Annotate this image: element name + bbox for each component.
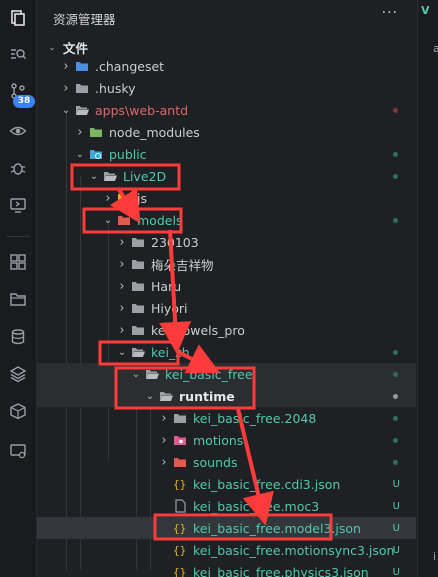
annotation-box-models bbox=[82, 207, 183, 234]
annotation-box-live2d bbox=[70, 163, 181, 191]
annotation-box-model3-json bbox=[153, 513, 333, 541]
annotation-overlay bbox=[70, 163, 333, 541]
annotation-arrow bbox=[109, 186, 141, 224]
annotation-arrow bbox=[177, 344, 221, 374]
annotation-box-runtime bbox=[114, 366, 256, 410]
annotation-box-kei-zh bbox=[98, 340, 180, 366]
annotation-arrow bbox=[159, 229, 192, 354]
annotation-arrow bbox=[236, 408, 274, 526]
